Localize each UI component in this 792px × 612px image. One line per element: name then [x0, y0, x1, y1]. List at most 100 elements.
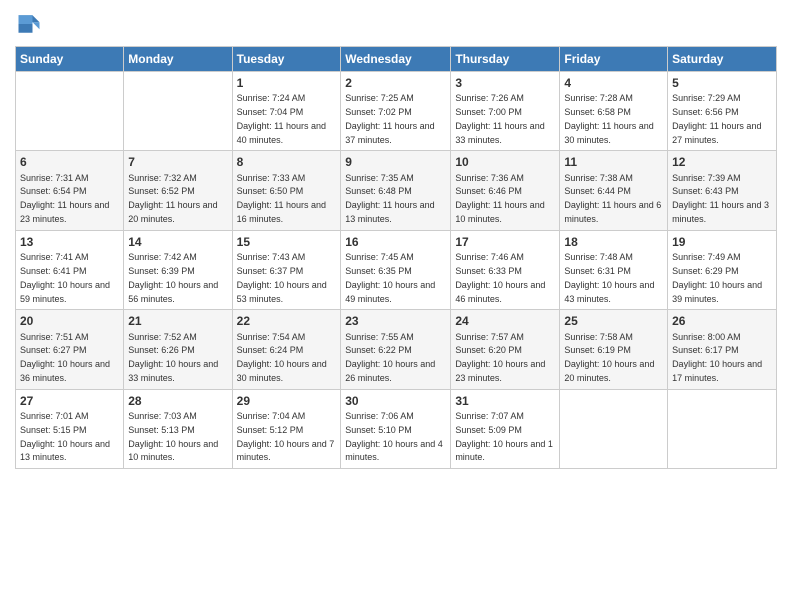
day-number: 16: [345, 234, 446, 250]
header: [15, 10, 777, 38]
day-info: Sunrise: 7:58 AM Sunset: 6:19 PM Dayligh…: [564, 332, 654, 383]
day-number: 14: [128, 234, 227, 250]
day-cell: 25 Sunrise: 7:58 AM Sunset: 6:19 PM Dayli…: [560, 310, 668, 389]
day-number: 27: [20, 393, 119, 409]
day-number: 20: [20, 313, 119, 329]
day-cell: 27 Sunrise: 7:01 AM Sunset: 5:15 PM Dayli…: [16, 389, 124, 468]
logo-icon: [15, 10, 43, 38]
day-number: 12: [672, 154, 772, 170]
day-cell: 17 Sunrise: 7:46 AM Sunset: 6:33 PM Dayli…: [451, 230, 560, 309]
day-info: Sunrise: 7:32 AM Sunset: 6:52 PM Dayligh…: [128, 173, 217, 224]
day-cell: [16, 72, 124, 151]
day-info: Sunrise: 7:24 AM Sunset: 7:04 PM Dayligh…: [237, 93, 326, 144]
page: SundayMondayTuesdayWednesdayThursdayFrid…: [0, 0, 792, 612]
day-number: 6: [20, 154, 119, 170]
day-number: 30: [345, 393, 446, 409]
day-cell: [124, 72, 232, 151]
weekday-header-sunday: Sunday: [16, 47, 124, 72]
day-cell: 21 Sunrise: 7:52 AM Sunset: 6:26 PM Dayli…: [124, 310, 232, 389]
day-cell: 16 Sunrise: 7:45 AM Sunset: 6:35 PM Dayli…: [341, 230, 451, 309]
day-number: 21: [128, 313, 227, 329]
day-info: Sunrise: 7:46 AM Sunset: 6:33 PM Dayligh…: [455, 252, 545, 303]
day-cell: 13 Sunrise: 7:41 AM Sunset: 6:41 PM Dayli…: [16, 230, 124, 309]
day-cell: 12 Sunrise: 7:39 AM Sunset: 6:43 PM Dayli…: [668, 151, 777, 230]
day-number: 28: [128, 393, 227, 409]
day-number: 2: [345, 75, 446, 91]
weekday-header-monday: Monday: [124, 47, 232, 72]
day-cell: 23Sunrise: 7:55 AM Sunset: 6:22 PM Dayli…: [341, 310, 451, 389]
day-number: 1: [237, 75, 337, 91]
week-row-1: 1 Sunrise: 7:24 AM Sunset: 7:04 PM Daylig…: [16, 72, 777, 151]
day-info: Sunrise: 7:28 AM Sunset: 6:58 PM Dayligh…: [564, 93, 653, 144]
day-cell: 8 Sunrise: 7:33 AM Sunset: 6:50 PM Daylig…: [232, 151, 341, 230]
day-number: 3: [455, 75, 555, 91]
week-row-4: 20 Sunrise: 7:51 AM Sunset: 6:27 PM Dayli…: [16, 310, 777, 389]
day-cell: 4 Sunrise: 7:28 AM Sunset: 6:58 PM Daylig…: [560, 72, 668, 151]
day-cell: 19 Sunrise: 7:49 AM Sunset: 6:29 PM Dayli…: [668, 230, 777, 309]
day-info: Sunrise: 7:42 AM Sunset: 6:39 PM Dayligh…: [128, 252, 218, 303]
day-info: Sunrise: 7:31 AM Sunset: 6:54 PM Dayligh…: [20, 173, 109, 224]
day-info: Sunrise: 7:29 AM Sunset: 6:56 PM Dayligh…: [672, 93, 761, 144]
day-info: Sunrise: 7:07 AM Sunset: 5:09 PM Dayligh…: [455, 411, 553, 462]
day-info: Sunrise: 7:36 AM Sunset: 6:46 PM Dayligh…: [455, 173, 544, 224]
weekday-header-thursday: Thursday: [451, 47, 560, 72]
day-number: 24: [455, 313, 555, 329]
day-cell: 2 Sunrise: 7:25 AM Sunset: 7:02 PM Daylig…: [341, 72, 451, 151]
day-cell: [560, 389, 668, 468]
day-info: Sunrise: 7:04 AM Sunset: 5:12 PM Dayligh…: [237, 411, 335, 462]
calendar: SundayMondayTuesdayWednesdayThursdayFrid…: [15, 46, 777, 469]
week-row-3: 13 Sunrise: 7:41 AM Sunset: 6:41 PM Dayli…: [16, 230, 777, 309]
day-number: 7: [128, 154, 227, 170]
day-cell: 11Sunrise: 7:38 AM Sunset: 6:44 PM Dayli…: [560, 151, 668, 230]
day-cell: 20 Sunrise: 7:51 AM Sunset: 6:27 PM Dayli…: [16, 310, 124, 389]
day-info: Sunrise: 7:06 AM Sunset: 5:10 PM Dayligh…: [345, 411, 443, 462]
day-cell: 5Sunrise: 7:29 AM Sunset: 6:56 PM Daylig…: [668, 72, 777, 151]
day-info: Sunrise: 8:00 AM Sunset: 6:17 PM Dayligh…: [672, 332, 762, 383]
logo: [15, 10, 47, 38]
day-info: Sunrise: 7:57 AM Sunset: 6:20 PM Dayligh…: [455, 332, 545, 383]
day-cell: 1 Sunrise: 7:24 AM Sunset: 7:04 PM Daylig…: [232, 72, 341, 151]
day-number: 19: [672, 234, 772, 250]
day-cell: 29 Sunrise: 7:04 AM Sunset: 5:12 PM Dayli…: [232, 389, 341, 468]
week-row-2: 6 Sunrise: 7:31 AM Sunset: 6:54 PM Daylig…: [16, 151, 777, 230]
day-info: Sunrise: 7:03 AM Sunset: 5:13 PM Dayligh…: [128, 411, 218, 462]
day-number: 11: [564, 154, 663, 170]
day-info: Sunrise: 7:48 AM Sunset: 6:31 PM Dayligh…: [564, 252, 654, 303]
day-number: 31: [455, 393, 555, 409]
day-number: 17: [455, 234, 555, 250]
day-cell: [668, 389, 777, 468]
day-info: Sunrise: 7:33 AM Sunset: 6:50 PM Dayligh…: [237, 173, 326, 224]
day-number: 23: [345, 313, 446, 329]
day-number: 18: [564, 234, 663, 250]
weekday-header-wednesday: Wednesday: [341, 47, 451, 72]
day-cell: 3 Sunrise: 7:26 AM Sunset: 7:00 PM Daylig…: [451, 72, 560, 151]
day-cell: 15 Sunrise: 7:43 AM Sunset: 6:37 PM Dayli…: [232, 230, 341, 309]
day-number: 13: [20, 234, 119, 250]
day-info: Sunrise: 7:43 AM Sunset: 6:37 PM Dayligh…: [237, 252, 327, 303]
day-cell: 18 Sunrise: 7:48 AM Sunset: 6:31 PM Dayli…: [560, 230, 668, 309]
day-cell: 22 Sunrise: 7:54 AM Sunset: 6:24 PM Dayli…: [232, 310, 341, 389]
weekday-header-saturday: Saturday: [668, 47, 777, 72]
day-number: 29: [237, 393, 337, 409]
day-cell: 30 Sunrise: 7:06 AM Sunset: 5:10 PM Dayli…: [341, 389, 451, 468]
day-info: Sunrise: 7:41 AM Sunset: 6:41 PM Dayligh…: [20, 252, 110, 303]
day-info: Sunrise: 7:49 AM Sunset: 6:29 PM Dayligh…: [672, 252, 762, 303]
day-cell: 7 Sunrise: 7:32 AM Sunset: 6:52 PM Daylig…: [124, 151, 232, 230]
day-cell: 31 Sunrise: 7:07 AM Sunset: 5:09 PM Dayli…: [451, 389, 560, 468]
day-info: Sunrise: 7:54 AM Sunset: 6:24 PM Dayligh…: [237, 332, 327, 383]
weekday-header-friday: Friday: [560, 47, 668, 72]
day-info: Sunrise: 7:39 AM Sunset: 6:43 PM Dayligh…: [672, 173, 769, 224]
day-info: Sunrise: 7:45 AM Sunset: 6:35 PM Dayligh…: [345, 252, 435, 303]
day-info: Sunrise: 7:25 AM Sunset: 7:02 PM Dayligh…: [345, 93, 434, 144]
day-info: Sunrise: 7:52 AM Sunset: 6:26 PM Dayligh…: [128, 332, 218, 383]
day-info: Sunrise: 7:01 AM Sunset: 5:15 PM Dayligh…: [20, 411, 110, 462]
day-info: Sunrise: 7:26 AM Sunset: 7:00 PM Dayligh…: [455, 93, 544, 144]
day-number: 15: [237, 234, 337, 250]
day-number: 4: [564, 75, 663, 91]
day-number: 25: [564, 313, 663, 329]
day-info: Sunrise: 7:51 AM Sunset: 6:27 PM Dayligh…: [20, 332, 110, 383]
day-number: 8: [237, 154, 337, 170]
weekday-header-tuesday: Tuesday: [232, 47, 341, 72]
day-cell: 9Sunrise: 7:35 AM Sunset: 6:48 PM Daylig…: [341, 151, 451, 230]
day-number: 22: [237, 313, 337, 329]
